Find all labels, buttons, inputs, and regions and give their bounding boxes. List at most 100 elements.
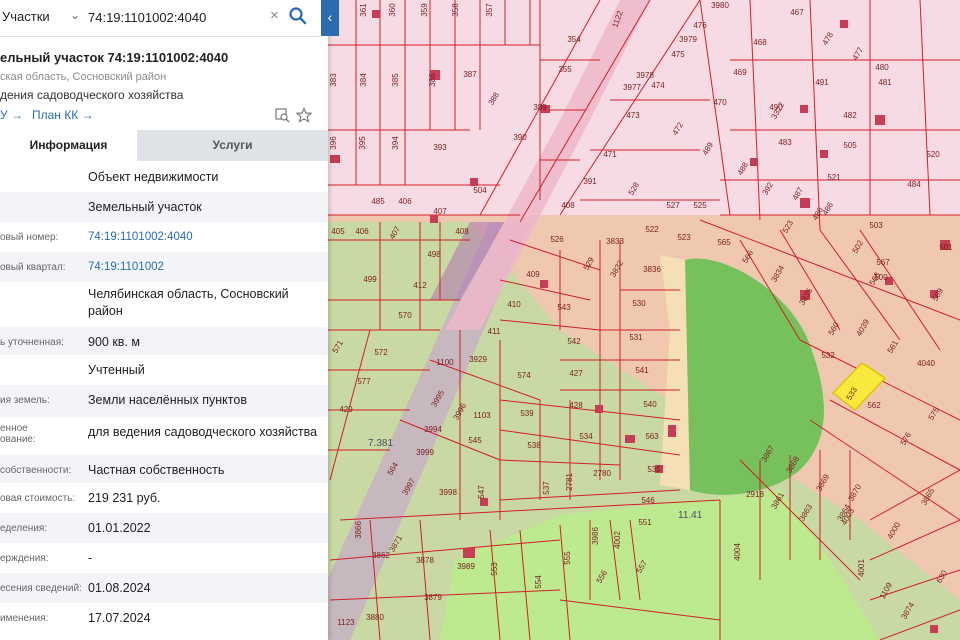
parcel-label: 469 [733,68,747,77]
parcel-label: 2780 [593,469,611,478]
info-row-value: 17.07.2024 [88,611,151,625]
parcel-label: 468 [753,38,767,47]
parcel-label: 406 [355,227,369,236]
parcel-label: 540 [643,400,657,409]
info-row-value: Земли населённых пунктов [88,393,247,407]
parcel-label: 3998 [439,488,457,497]
info-row-label: енное ование: [0,423,36,445]
parcel-label: 3878 [416,556,434,565]
search-input[interactable] [88,6,266,28]
info-row-label: еделения: [0,523,48,534]
parcel-label: 474 [651,81,665,90]
parcel-label: 499 [363,275,377,284]
info-row-value: - [88,551,93,565]
info-row-value: 219 231 руб. [88,491,161,505]
parcel-label: 480 [875,63,889,72]
info-row-link[interactable]: 74:19:1101002 [88,259,324,276]
parcel-label: 3980 [711,1,729,10]
parcel-label: 467 [790,8,804,17]
info-row-link[interactable]: 74:19:1101002:4040 [88,229,324,246]
search-type-select[interactable]: Участки [2,9,50,24]
parcel-label: 484 [907,180,921,189]
parcel-label: 481 [878,78,892,87]
tab-services[interactable]: Услуги [137,130,328,161]
parcel-label: 483 [778,138,792,147]
tab-info[interactable]: Информация [0,130,137,161]
parcel-label: 396 [329,136,338,150]
info-row-value: Частная собственность [88,463,225,477]
info-row-label: именения: [0,613,49,624]
parcel-label: 1123 [337,618,355,627]
chevron-down-icon[interactable]: ⌄ [70,8,80,22]
parcel-label: 535 [647,465,661,474]
parcel-label: 394 [391,136,400,150]
parcel-label: 3977 [623,83,641,92]
parcel-label: 408 [455,227,469,236]
parcel-label: 471 [603,150,617,159]
parcel-label: 4040 [917,359,935,368]
info-row: енное ование: для ведения садоводческого … [0,417,328,455]
info-row-label: овый номер: [0,232,59,243]
parcel-label: 412 [413,281,427,290]
parcel-label: 409 [526,270,540,279]
parcel-label: 531 [629,333,643,342]
parcel-label: 523 [677,233,691,242]
parcel-label: 546 [641,496,655,505]
parcel-label: 567 [876,258,890,267]
parcel-label: 427 [569,369,583,378]
parcel-label: 390 [513,133,527,142]
parcel-label: 354 [567,35,581,44]
parcel-label: 3978 [636,71,654,80]
parcel-label: 411 [488,327,501,336]
collapse-panel-button[interactable]: ‹ [321,0,339,36]
plan-kk-link[interactable]: План КК → [32,108,94,122]
parcel-label: 393 [433,143,447,152]
info-row-value: Челябинская область, Сосновский район [88,287,289,318]
info-row-value: Объект недвижимости [88,170,219,184]
star-icon[interactable] [296,107,312,123]
info-row: овая стоимость: 219 231 руб. [0,483,328,513]
parcel-label: 391 [583,177,597,186]
parcel-label: 482 [843,111,857,120]
parcel-label: 2781 [565,473,574,491]
parcel-label: 541 [635,366,649,375]
parcel-label: 3994 [424,425,442,434]
info-row: еделения: 01.01.2022 [0,513,328,543]
info-row-label: ия земель: [0,395,50,406]
parcel-label: 547 [477,485,486,499]
parcel-label: 521 [827,173,841,182]
parcel-label: 555 [563,551,572,565]
info-row-value: 900 кв. м [88,335,140,349]
info-row: Земельный участок [0,192,328,222]
parcel-label: 553 [490,562,499,576]
parcel-label: 526 [550,235,564,244]
egrn-link[interactable]: У → [0,108,23,122]
parcel-label: 4004 [733,543,742,561]
close-icon[interactable]: × [270,7,279,24]
info-row-label: собственности: [0,465,72,476]
parcel-label: 408 [561,201,575,210]
parcel-label: 389 [533,103,547,112]
parcel-label: 539 [520,409,534,418]
search-bar: Участки ⌄ × [0,0,320,37]
parcel-label: 358 [451,3,460,17]
parcel-label: 357 [485,3,494,17]
parcel-label: 562 [867,401,881,410]
parcel-label: 359 [420,3,429,17]
search-icon[interactable] [288,6,308,26]
parcel-label: 490 [769,103,783,112]
info-row: ерждения: - [0,543,328,573]
parcel-label: 360 [388,3,397,17]
parcel-label: 534 [579,432,593,441]
info-row-value: Земельный участок [88,200,202,214]
parcel-label: 563 [645,432,659,441]
parcel-label: 565 [717,238,731,247]
info-row-value: для ведения садоводческого хозяйства [88,425,318,439]
zoom-to-icon[interactable] [274,107,290,123]
parcel-label: 570 [398,311,412,320]
parcel-label: 491 [815,78,829,87]
parcel-label: 527 [666,201,680,210]
parcel-label: 386 [428,73,437,87]
parcel-label: 395 [358,136,367,150]
parcel-label: 428 [569,401,583,410]
